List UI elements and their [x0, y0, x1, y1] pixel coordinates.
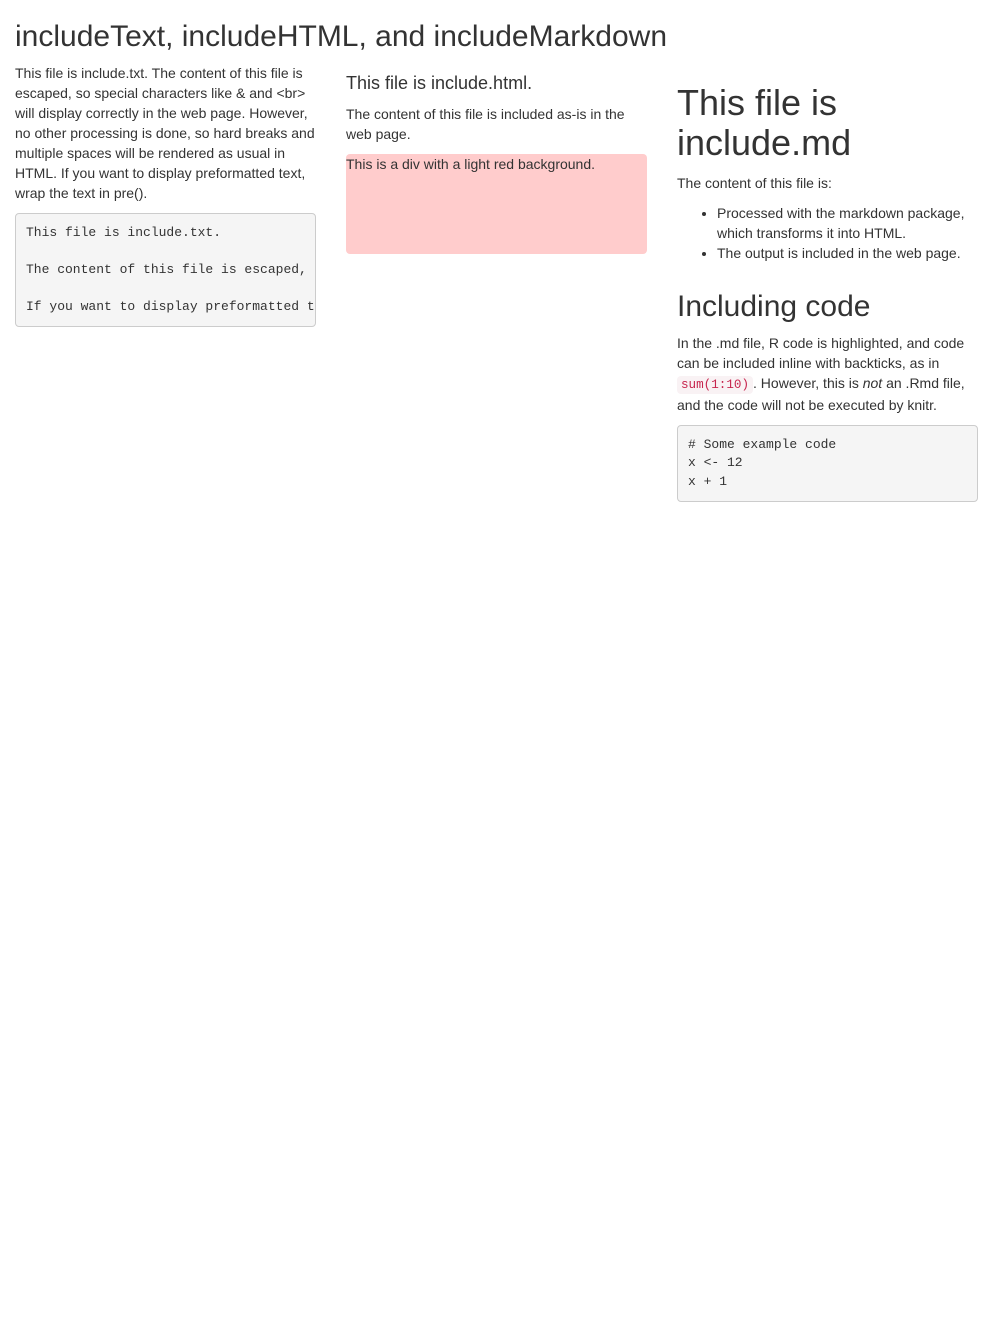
including-code-heading: Including code	[677, 290, 871, 323]
include-text-pre-block[interactable]: This file is include.txt. The content of…	[15, 213, 316, 327]
including-code-paragraph: In the .md file, R code is highlighted, …	[677, 333, 978, 415]
page-container: includeText, includeHTML, and includeMar…	[0, 20, 992, 512]
include-html-heading: This file is include.html.	[346, 73, 533, 93]
list-item: The output is included in the web page.	[717, 243, 978, 263]
list-item: Processed with the markdown package, whi…	[717, 203, 978, 243]
light-red-div-text: This is a div with a light red backgroun…	[346, 156, 596, 172]
code-para-text-2: . However, this is	[753, 375, 863, 391]
content-row: This file is include.txt. The content of…	[15, 63, 978, 512]
code-para-text-1: In the .md file, R code is highlighted, …	[677, 335, 965, 371]
code-para-emphasis: not	[862, 375, 883, 391]
include-md-bullet-list: Processed with the markdown package, whi…	[677, 203, 978, 263]
page-title: includeText, includeHTML, and includeMar…	[15, 20, 668, 53]
include-html-paragraph: The content of this file is included as-…	[346, 106, 625, 142]
inline-code: sum(1:10)	[677, 376, 754, 394]
include-md-heading: This file is include.md	[677, 82, 852, 163]
include-text-paragraph: This file is include.txt. The content of…	[15, 65, 315, 201]
light-red-div: This is a div with a light red backgroun…	[346, 154, 647, 254]
example-code-block[interactable]: # Some example code x <- 12 x + 1	[677, 425, 978, 502]
include-html-column: This file is include.html. The content o…	[346, 63, 647, 512]
include-text-column: This file is include.txt. The content of…	[15, 63, 316, 512]
include-md-intro: The content of this file is:	[677, 175, 832, 191]
include-markdown-column: This file is include.md The content of t…	[677, 63, 978, 512]
